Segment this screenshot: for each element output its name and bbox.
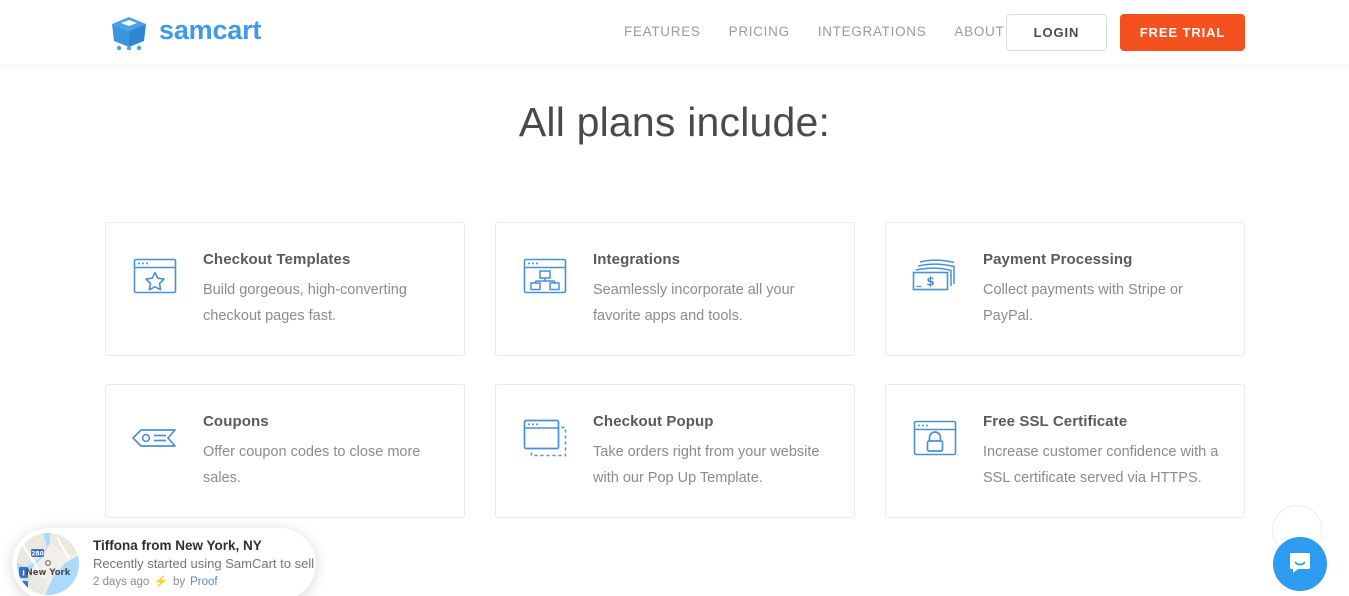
- card-description: Seamlessly incorporate all your favorite…: [593, 282, 795, 324]
- proof-timestamp: 2 days ago: [93, 576, 150, 588]
- feature-card-coupons[interactable]: Coupons Offer coupon codes to close more…: [105, 384, 465, 518]
- site-header: samcart FEATURES PRICING INTEGRATIONS AB…: [0, 0, 1349, 64]
- feature-card-payment-processing[interactable]: $ Payment Processing Collect payments wi…: [885, 222, 1245, 356]
- proof-name: Tiffona from New York, NY: [93, 538, 262, 553]
- money-bills-icon: $: [909, 253, 961, 299]
- main-nav: FEATURES PRICING INTEGRATIONS ABOUT US ▾: [624, 24, 1039, 39]
- card-title: Coupons: [203, 413, 269, 430]
- svg-text:I: I: [22, 584, 25, 592]
- card-body: Coupons Offer coupon codes to close more…: [203, 410, 442, 491]
- card-body: Payment Processing Collect payments with…: [983, 248, 1222, 329]
- proof-notification[interactable]: 280 I I New York Tiffona from New York, …: [12, 528, 316, 596]
- feature-card-checkout-templates[interactable]: Checkout Templates Build gorgeous, high-…: [105, 222, 465, 356]
- card-description: Build gorgeous, high-converting checkout…: [203, 282, 407, 324]
- proof-meta: 2 days ago ⚡ by Proof: [93, 574, 316, 591]
- samcart-cart-logo-icon: [108, 12, 150, 51]
- svg-text:New York: New York: [26, 568, 71, 578]
- logo[interactable]: samcart: [108, 12, 262, 51]
- card-body: Checkout Popup Take orders right from yo…: [593, 410, 832, 491]
- nav-item-pricing[interactable]: PRICING: [729, 24, 790, 39]
- feature-card-checkout-popup[interactable]: Checkout Popup Take orders right from yo…: [495, 384, 855, 518]
- browser-star-icon: [129, 253, 181, 299]
- logo-text: samcart: [159, 14, 262, 45]
- free-trial-button[interactable]: FREE TRIAL: [1120, 14, 1245, 51]
- nav-label: INTEGRATIONS: [817, 24, 927, 39]
- header-divider: [0, 64, 1349, 72]
- card-title: Free SSL Certificate: [983, 413, 1128, 430]
- lightning-bolt-icon: ⚡: [154, 576, 168, 588]
- card-description: Increase customer confidence with a SSL …: [983, 444, 1219, 486]
- browser-sitemap-icon: [519, 253, 571, 299]
- coupon-tag-icon: [129, 415, 181, 461]
- feature-card-free-ssl-certificate[interactable]: Free SSL Certificate Increase customer c…: [885, 384, 1245, 518]
- map-thumbnail-new-york-icon: 280 I I New York: [17, 533, 79, 595]
- feature-card-integrations[interactable]: Integrations Seamlessly incorporate all …: [495, 222, 855, 356]
- browser-popup-icon: [519, 415, 571, 461]
- browser-lock-icon: [909, 415, 961, 461]
- login-button[interactable]: LOGIN: [1006, 14, 1107, 51]
- chat-launcher-button[interactable]: [1273, 537, 1327, 591]
- card-description: Offer coupon codes to close more sales.: [203, 444, 421, 486]
- nav-item-integrations[interactable]: INTEGRATIONS: [818, 24, 927, 39]
- card-title: Checkout Templates: [203, 251, 351, 268]
- intercom-chat-bubble-icon: [1287, 550, 1313, 579]
- card-title: Integrations: [593, 251, 681, 268]
- card-title: Checkout Popup: [593, 413, 714, 430]
- card-body: Checkout Templates Build gorgeous, high-…: [203, 248, 442, 329]
- card-description: Collect payments with Stripe or PayPal.: [983, 282, 1183, 324]
- nav-label: FEATURES: [624, 24, 701, 39]
- proof-text: Tiffona from New York, NY Recently start…: [93, 537, 316, 591]
- nav-item-features[interactable]: FEATURES: [624, 24, 701, 39]
- svg-text:I: I: [22, 570, 25, 578]
- page-title: All plans include:: [518, 99, 831, 145]
- svg-text:$: $: [926, 275, 934, 289]
- card-description: Take orders right from your website with…: [593, 444, 820, 486]
- proof-subtitle: Recently started using SamCart to sell .…: [93, 556, 316, 571]
- proof-by-label: by: [172, 576, 186, 588]
- proof-brand-link[interactable]: Proof: [190, 574, 218, 591]
- svg-text:280: 280: [31, 551, 44, 558]
- nav-label: PRICING: [728, 24, 790, 39]
- card-title: Payment Processing: [983, 251, 1133, 268]
- features-grid: Checkout Templates Build gorgeous, high-…: [105, 222, 1245, 518]
- card-body: Integrations Seamlessly incorporate all …: [593, 248, 832, 329]
- page-root: samcart FEATURES PRICING INTEGRATIONS AB…: [0, 0, 1349, 596]
- card-body: Free SSL Certificate Increase customer c…: [983, 410, 1222, 491]
